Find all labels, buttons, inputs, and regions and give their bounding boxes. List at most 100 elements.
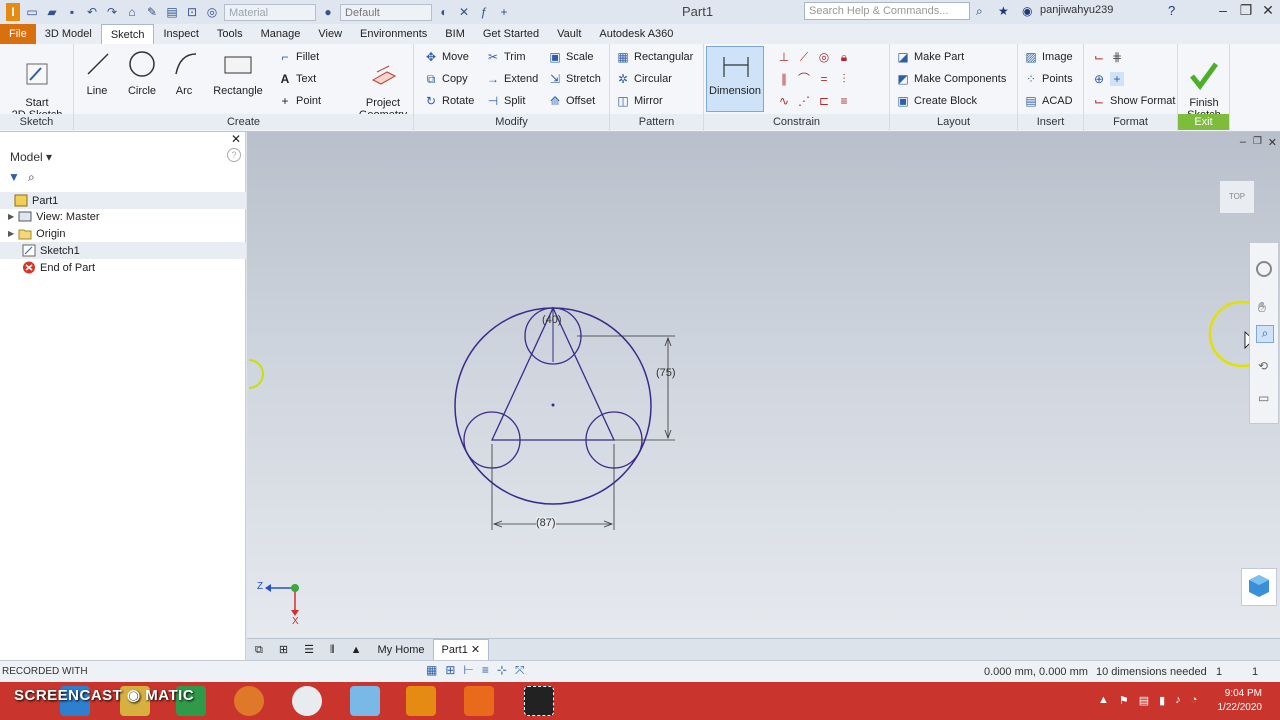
look-at-icon[interactable]: ▭ [1258,391,1269,405]
insert-acad-button[interactable]: ▤ ACAD [1024,92,1072,110]
clear-appearance-icon[interactable]: ✕ [456,4,472,20]
inventor-logo-icon[interactable]: I [6,3,20,21]
create-block-button[interactable]: ▣ Create Block [896,92,977,110]
expand-arrow-icon[interactable]: ▶ [8,229,14,238]
project-geometry-button[interactable]: Project Geometry [354,48,412,121]
tree-item-part1[interactable]: Part1 [0,192,246,209]
status-infer-icon[interactable]: ⊹ [497,663,507,678]
tray-wifi-icon[interactable]: ◔ [1191,694,1198,707]
inventor-taskbar-icon[interactable] [406,686,436,716]
find-binoculars-icon[interactable]: ⌕ [28,170,35,185]
circle-button[interactable]: Circle [124,48,160,97]
symmetric-constraint-icon[interactable]: ⊏ [814,90,834,112]
properties-icon[interactable]: ▤ [164,4,180,20]
list-view-icon[interactable]: ☰ [296,640,322,660]
tree-item-origin[interactable]: ▶ Origin [8,225,66,242]
perpendicular-constraint-icon[interactable]: ≡ [834,90,854,112]
tab-view[interactable]: View [309,24,351,44]
media-player-icon[interactable] [464,686,494,716]
user-icon[interactable]: ◉ [1022,4,1032,18]
start-2d-sketch-button[interactable]: Start 2D Sketch [8,48,66,121]
split-button[interactable]: ⊣ Split [486,92,526,110]
browser-help-icon[interactable]: ? [227,148,241,162]
insert-points-button[interactable]: ⁘ Points [1024,70,1073,88]
rotate-button[interactable]: ↻ Rotate [424,92,474,110]
help-icon[interactable]: ? [1168,3,1175,18]
panel-constrain-label[interactable]: Constrain [704,114,889,130]
parameters-icon[interactable]: ✎ [144,4,160,20]
my-home-tab[interactable]: My Home [369,640,432,660]
status-lines-icon[interactable]: ≡ [482,663,489,678]
redo-icon[interactable]: ↷ [104,4,120,20]
stretch-button[interactable]: ⇲ Stretch [548,70,601,88]
graphics-viewport[interactable]: (40) (75) (87) Z X – ❐ ✕ TOP ✋︎ ⌕ ⟲ ▭ [247,132,1280,638]
undo-icon[interactable]: ↶ [84,4,100,20]
screen-recorder-icon[interactable] [524,686,554,716]
tab-bim[interactable]: BIM [436,24,474,44]
sketch-canvas[interactable] [247,132,1280,638]
concentric-constraint-icon[interactable]: ◎ [814,46,834,68]
notepad-icon[interactable] [350,686,380,716]
make-part-button[interactable]: ◪ Make Part [896,48,964,66]
viewport-restore-icon[interactable]: ❐ [1253,136,1262,147]
construction-button[interactable]: ⌙ ⋕ [1092,48,1124,66]
rectangle-button[interactable]: Rectangle [210,48,266,97]
chrome-icon[interactable] [292,686,322,716]
tray-network-icon[interactable]: ▤ [1139,694,1149,707]
tab-menu-arrow-icon[interactable]: ▲ [343,640,370,660]
dim-height-label[interactable]: (75) [656,367,676,379]
horizontal-constraint-icon[interactable]: ⊥ [774,46,794,68]
viewcube[interactable]: TOP [1219,180,1255,214]
offset-button[interactable]: ⟰ Offset [548,92,595,110]
measure-icon[interactable]: ⊡ [184,4,200,20]
viewport-close-icon[interactable]: ✕ [1268,136,1277,149]
tab-file[interactable]: File [0,24,36,44]
line-button[interactable]: Line [82,48,112,97]
trim-button[interactable]: ✂ Trim [486,48,526,66]
vertical-constraint-icon[interactable]: ⫶ [834,68,854,90]
fx-icon[interactable]: ƒ [476,4,492,20]
column-view-icon[interactable]: ⫴ [322,640,343,660]
material-combo[interactable]: Material [224,3,316,21]
save-icon[interactable]: ▪ [64,4,80,20]
mirror-button[interactable]: ◫ Mirror [616,92,662,110]
coincident-constraint-icon[interactable]: ⟋ [794,46,814,68]
point-button[interactable]: + Point [278,92,321,110]
tab-autodesk-a360[interactable]: Autodesk A360 [590,24,682,44]
star-icon[interactable]: ★ [998,4,1009,18]
tab-inspect[interactable]: Inspect [154,24,207,44]
tile-icon[interactable]: ⧉ [247,640,271,660]
tree-item-view-master[interactable]: ▶ View: Master [8,208,100,225]
viewport-minimize-icon[interactable]: – [1240,136,1246,148]
status-snap-icon[interactable]: ⊞ [445,663,455,678]
home-icon[interactable]: ⌂ [124,4,140,20]
finish-sketch-button[interactable]: Finish Sketch [1182,48,1226,121]
maximize-icon[interactable]: ❐ [1237,2,1255,19]
fix-constraint-icon[interactable]: 🔒︎ [834,46,854,68]
tab-sketch[interactable]: Sketch [100,24,155,44]
autodesk-app-button[interactable] [1241,568,1277,606]
open-folder-icon[interactable]: ▰ [44,4,60,20]
tab-get-started[interactable]: Get Started [474,24,548,44]
tab-environments[interactable]: Environments [351,24,436,44]
tray-flag-icon[interactable]: ⚑ [1119,694,1129,707]
move-button[interactable]: ✥ Move [424,48,469,66]
smooth-constraint-icon[interactable]: ∿ [774,90,794,112]
scale-button[interactable]: ▣ Scale [548,48,593,66]
search-binoculars-icon[interactable]: ⌕ [976,4,983,19]
fillet-button[interactable]: ⌐ Fillet [278,48,319,66]
rectangular-pattern-button[interactable]: ▦ Rectangular [616,48,693,66]
show-format-button[interactable]: ⌙ Show Format [1092,92,1175,110]
collinear-constraint-icon[interactable]: ⋰ [794,90,814,112]
tree-item-sketch1[interactable]: Sketch1 [0,242,246,259]
panel-format-label[interactable]: Format [1084,114,1177,130]
dimension-button[interactable]: Dimension [706,46,764,112]
new-file-icon[interactable]: ▭ [24,4,40,20]
part1-doc-tab[interactable]: Part1 ✕ [432,638,490,661]
steering-wheel-icon[interactable] [1256,261,1272,277]
tree-item-end-of-part[interactable]: End of Part [22,259,95,276]
browser-title[interactable]: Model ▾ [10,150,52,164]
tab-3d-model[interactable]: 3D Model [36,24,101,44]
tray-volume-icon[interactable]: ♪ [1175,694,1181,707]
zoom-icon[interactable]: ⌕ [1256,325,1274,343]
